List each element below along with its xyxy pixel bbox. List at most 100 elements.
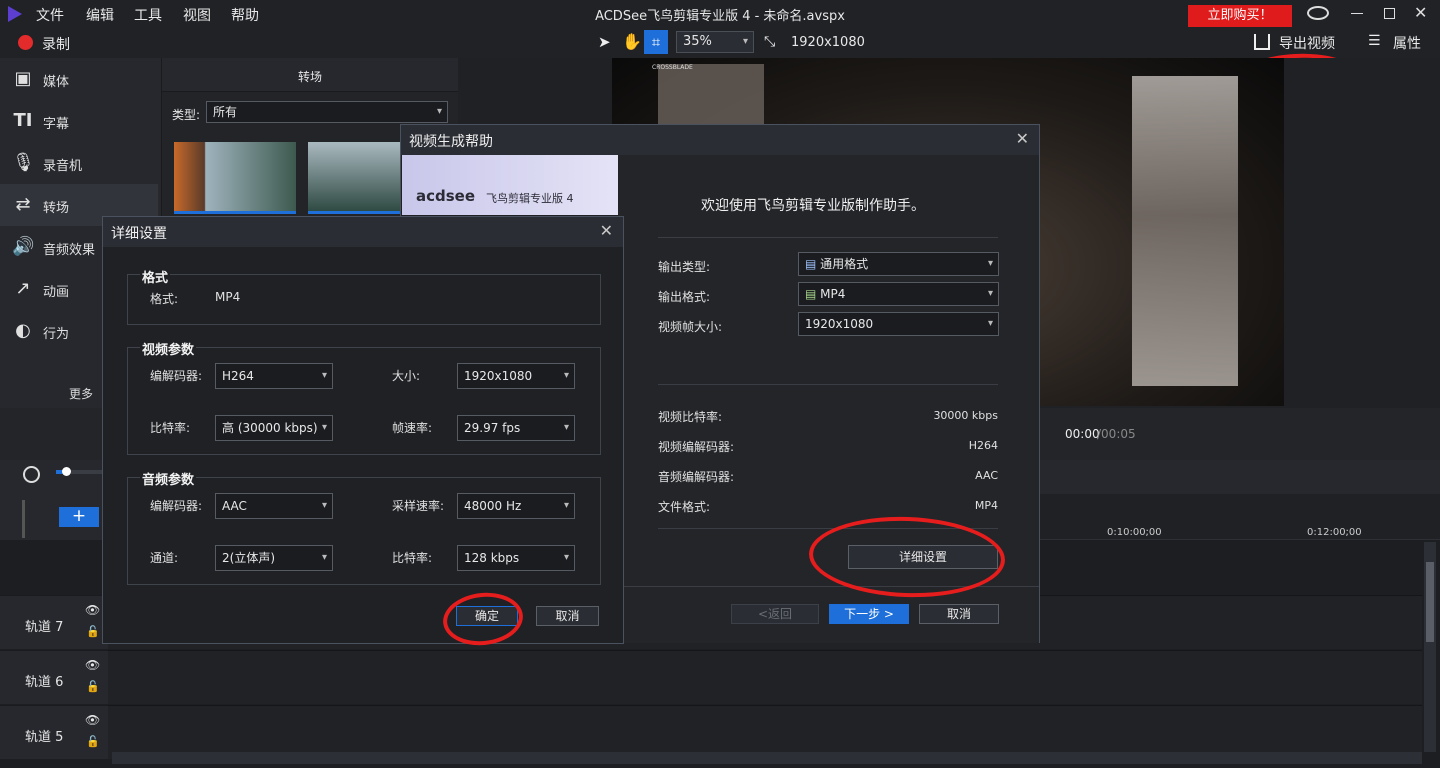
behavior-icon: ◐ [15,320,31,341]
output-format-label: 输出格式: [658,290,711,304]
eye-icon[interactable]: 👁 [85,713,100,727]
wizard-cancel-button[interactable]: 取消 [919,604,999,624]
frame-size-label: 视频帧大小: [658,320,723,334]
dialog-titlebar: 视频生成帮助 ✕ [401,125,1039,155]
caption-icon: TI [13,110,33,131]
output-type-label: 输出类型: [658,260,711,274]
format-group-title: 格式 [140,267,171,286]
track-row[interactable] [108,705,1422,759]
zoom-out-icon[interactable] [23,466,40,483]
size-label: 大小: [392,369,421,383]
ruler-mark: 0:12:00;00 [1307,527,1362,538]
canvas-size-icon[interactable]: ⤡ [764,34,775,50]
track-height-slider[interactable] [22,500,25,538]
transitions-header: 转场 [298,70,323,84]
frame-size-select[interactable]: 1920x1080 ▾ [798,312,999,336]
zoom-slider[interactable] [56,467,104,476]
type-value: 所有 [213,105,238,119]
export-video-button[interactable]: 导出视频 [1279,33,1335,53]
next-button[interactable]: 下一步 > [829,604,909,624]
close-window-button[interactable]: ✕ [1414,3,1427,22]
maximize-button[interactable] [1384,8,1395,19]
nav-label: 字幕 [43,117,70,132]
info-video-codec-label: 视频编解码器: [658,440,735,454]
video-codec-select[interactable]: H264 ▾ [215,363,333,389]
channel-select[interactable]: 2(立体声) ▾ [215,545,333,571]
type-select[interactable]: 所有 ▾ [206,101,448,123]
output-format-select[interactable]: ▤ MP4 ▾ [798,282,999,306]
track-header-7[interactable]: 轨道 7 👁 🔓 [0,595,108,649]
output-format-value: MP4 [820,287,846,301]
export-icon[interactable] [1254,34,1270,50]
audio-codec-value: AAC [222,499,247,513]
lock-icon[interactable]: 🔓 [86,625,100,638]
pointer-tool-icon[interactable]: ➤ [598,33,611,51]
record-icon[interactable] [18,35,33,50]
audio-codec-select[interactable]: AAC ▾ [215,493,333,519]
samplerate-select[interactable]: 48000 Hz ▾ [457,493,575,519]
info-video-bitrate-label: 视频比特率: [658,410,723,424]
info-video-codec-value: H264 [968,439,998,452]
audio-bitrate-value: 128 kbps [464,551,520,565]
close-icon[interactable]: ✕ [600,221,613,240]
output-type-select[interactable]: ▤ 通用格式 ▾ [798,252,999,276]
size-select[interactable]: 1920x1080 ▾ [457,363,575,389]
eye-icon[interactable]: 👁 [85,603,100,617]
audio-bitrate-select[interactable]: 128 kbps ▾ [457,545,575,571]
framerate-label: 帧速率: [392,421,433,435]
eye-icon[interactable] [1307,6,1329,20]
crop-tool-icon[interactable]: ⌗ [644,30,668,54]
frame-size-value: 1920x1080 [805,317,874,331]
detail-cancel-button[interactable]: 取消 [536,606,599,626]
channel-value: 2(立体声) [222,551,275,565]
nav-label: 行为 [43,327,70,342]
back-button[interactable]: <返回 [731,604,819,624]
microphone-icon: 🎙 [12,152,35,173]
eye-icon[interactable]: 👁 [85,658,100,672]
buy-now-button[interactable]: 立即购买！ [1188,5,1292,27]
info-file-format-value: MP4 [974,499,998,512]
nav-label: 转场 [43,201,70,216]
framerate-select[interactable]: 29.97 fps ▾ [457,415,575,441]
detail-settings-dialog: 详细设置 ✕ 格式 格式: MP4 视频参数 编解码器: H264 ▾ 大小: 1… [102,216,624,650]
bitrate-select[interactable]: 高 (30000 kbps) ▾ [215,415,333,441]
horizontal-scrollbar[interactable] [112,752,1422,764]
nav-item-recorder[interactable]: 🎙 录音机 [0,142,158,184]
preview-watermark: CROSSBLADE [652,64,693,71]
brand-product: 飞鸟剪辑专业版 4 [486,192,574,205]
welcome-text: 欢迎使用飞鸟剪辑专业版制作助手。 [701,198,925,214]
format-group [127,274,601,325]
hand-tool-icon[interactable]: ✋ [622,32,642,51]
nav-label: 音频效果 [43,243,96,258]
nav-label: 动画 [43,285,70,300]
more-button[interactable]: 更多 [69,385,93,402]
list-icon[interactable]: ☰ [1368,33,1381,49]
track-row[interactable] [108,650,1422,704]
audio-bitrate-label: 比特率: [392,551,433,565]
properties-button[interactable]: 属性 [1393,33,1421,53]
nav-item-caption[interactable]: TI 字幕 [0,100,158,142]
title-bar: 文件 编辑 工具 视图 帮助 ACDSee飞鸟剪辑专业版 4 - 未命名.avs… [0,0,1440,28]
bitrate-label: 比特率: [150,421,191,435]
close-icon[interactable]: ✕ [1016,129,1029,148]
format-value: MP4 [215,290,241,304]
nav-item-media[interactable]: ▣ 媒体 [0,58,158,100]
doc-icon: ▤ [805,257,821,271]
vertical-scrollbar[interactable] [1424,542,1436,752]
dialog-title: 视频生成帮助 [409,134,493,150]
zoom-select[interactable]: 35% ▾ [676,31,754,53]
track-label: 轨道 6 [25,675,64,690]
lock-icon[interactable]: 🔓 [86,735,100,748]
add-track-button[interactable]: + [59,507,99,527]
lock-icon[interactable]: 🔓 [86,680,100,693]
transition-thumb[interactable] [174,142,296,214]
track-header-5[interactable]: 轨道 5 👁 🔓 [0,705,108,759]
minimize-button[interactable] [1351,13,1363,14]
nav-label: 媒体 [43,75,70,90]
output-type-value: 通用格式 [820,257,869,271]
zoom-value: 35% [683,34,712,49]
record-button[interactable]: 录制 [42,34,70,54]
ruler-mark: 0:10:00;00 [1107,527,1162,538]
track-header-6[interactable]: 轨道 6 👁 🔓 [0,650,108,704]
info-file-format-label: 文件格式: [658,500,711,514]
